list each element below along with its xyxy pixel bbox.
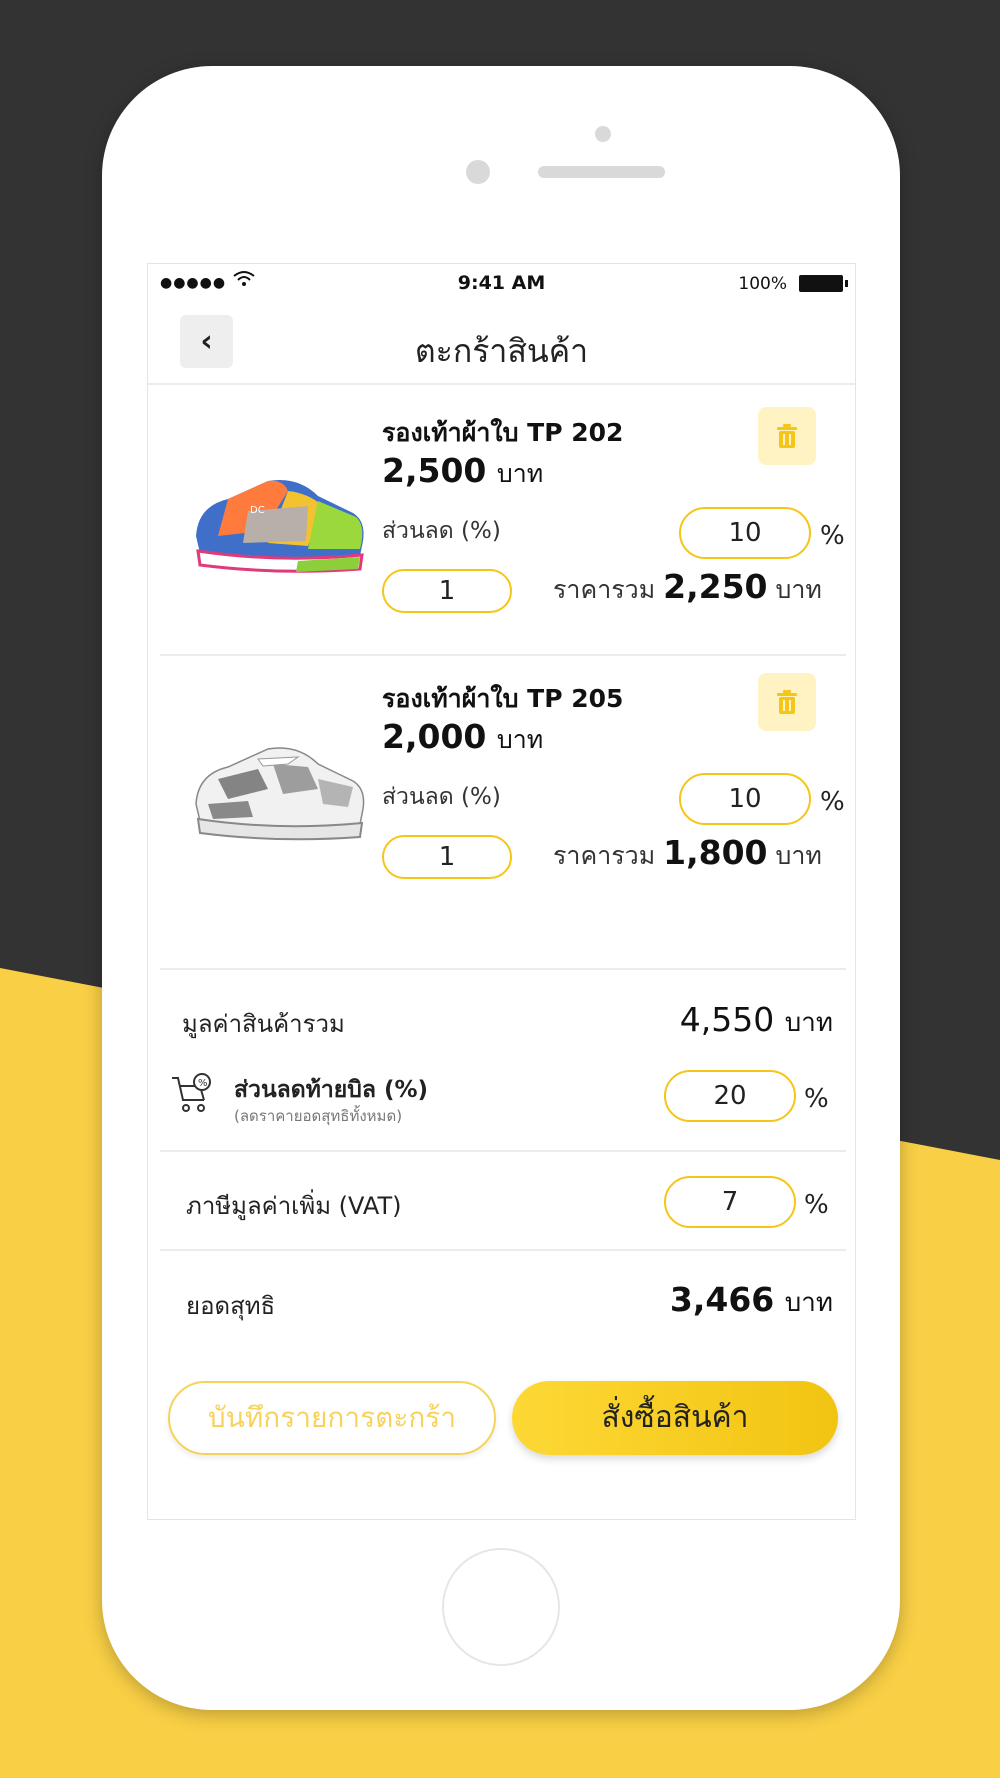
summary-divider [160,968,846,970]
subtotal-label: มูลค่าสินค้ารวม [182,1010,345,1038]
save-cart-button[interactable]: บันทึกรายการตะกร้า [168,1381,496,1455]
bill-discount-input[interactable]: 20 [664,1070,796,1122]
place-order-button[interactable]: สั่งซื้อสินค้า [512,1381,838,1455]
subtotal-currency: บาท [784,1008,833,1038]
net-total-label: ยอดสุทธิ [186,1292,276,1320]
item-price: 2,500 บาท [382,451,543,494]
delete-item-button[interactable] [758,407,816,465]
cart-discount-icon: % [172,1073,211,1112]
svg-text:DC: DC [250,505,265,516]
page-title: ตะกร้าสินค้า [414,332,589,370]
item-total-value: 1,800 [663,833,768,872]
percent-sign: % [820,521,845,551]
item-total-currency: บาท [775,841,822,870]
sneaker-image: DC [196,480,364,573]
net-total-currency: บาท [784,1288,833,1318]
item-total-label: ราคารวม [553,575,656,604]
vat-label: ภาษีมูลค่าเพิ่ม (VAT) [186,1192,402,1220]
item-total: ราคารวม 1,800 บาท [553,833,822,876]
item-total-value: 2,250 [663,567,768,606]
subtotal-amount: 4,550 [679,1000,775,1039]
item-discount-input[interactable]: 10 [679,773,811,825]
battery-icon [799,275,848,292]
vat-input[interactable]: 7 [664,1176,796,1228]
front-sensor [595,126,611,142]
item-price-value: 2,000 [382,717,487,756]
trash-icon [777,424,797,448]
cart-item: รองเท้าผ้าใบ TP 205 2,000 บาท ส่วนลด (%)… [160,651,846,884]
net-divider [160,1249,846,1251]
item-price: 2,000 บาท [382,717,543,760]
status-bar: ●●●●● 9:41 AM 100% [148,264,855,304]
item-price-currency: บาท [496,459,544,488]
subtotal-value: 4,550 บาท [680,1000,833,1043]
net-total-value: 3,466 บาท [670,1280,833,1323]
cart-item: DC รองเท้าผ้าใบ TP 202 2,500 บาท ส่วนลด … [160,385,846,618]
svg-text:%: % [198,1078,208,1089]
sneaker-image [195,747,365,841]
bill-discount-note: (ลดราคายอดสุทธิทั้งหมด) [234,1107,403,1125]
home-button[interactable] [442,1548,560,1666]
vat-divider [160,1150,846,1152]
item-name: รองเท้าผ้าใบ TP 202 [382,418,624,447]
item-discount-input[interactable]: 10 [679,507,811,559]
item-name: รองเท้าผ้าใบ TP 205 [382,684,624,713]
delete-item-button[interactable] [758,673,816,731]
item-total-label: ราคารวม [553,841,656,870]
bill-discount-label: ส่วนลดท้ายบิล (%) [234,1077,429,1103]
item-price-value: 2,500 [382,451,487,490]
discount-label: ส่วนลด (%) [382,784,501,810]
percent-sign: % [804,1084,829,1114]
battery-percent: 100% [738,274,787,294]
item-price-currency: บาท [496,725,544,754]
nav-bar: ‹ ตะกร้าสินค้า [148,304,855,385]
percent-sign: % [804,1190,829,1220]
trash-icon [777,690,797,714]
net-total-amount: 3,466 [669,1280,775,1319]
app-screen: ●●●●● 9:41 AM 100% ‹ ตะกร้าสินค้า DC รอง… [147,263,856,1520]
item-total-currency: บาท [775,575,822,604]
front-camera [466,160,490,184]
quantity-input[interactable]: 1 [382,835,512,879]
percent-sign: % [820,787,845,817]
earpiece-speaker [538,166,665,178]
item-total: ราคารวม 2,250 บาท [553,567,822,610]
quantity-input[interactable]: 1 [382,569,512,613]
discount-label: ส่วนลด (%) [382,518,501,544]
